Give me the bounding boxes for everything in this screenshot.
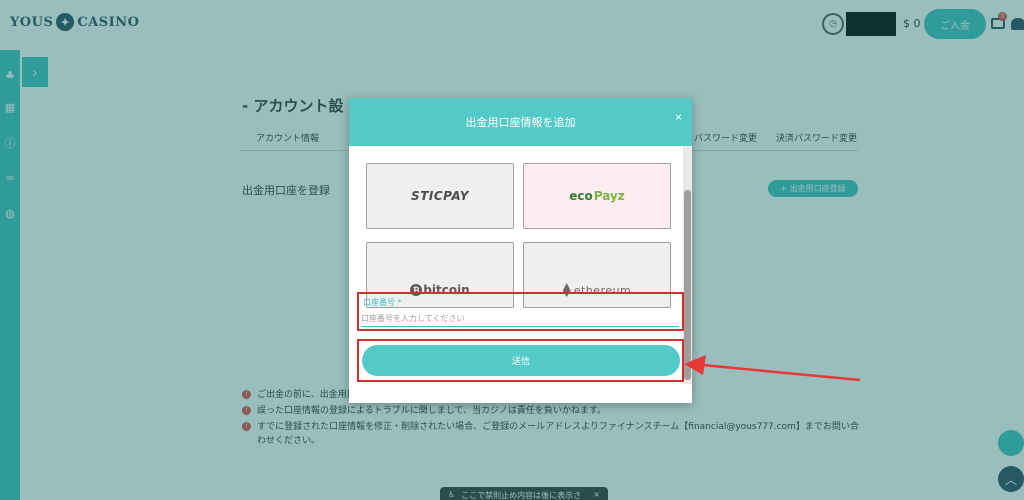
ecopayz-logo-eco: eco — [569, 189, 593, 203]
close-icon[interactable]: × — [675, 110, 682, 124]
submit-button[interactable]: 送信 — [362, 345, 680, 376]
account-number-input[interactable] — [361, 311, 679, 327]
account-number-label: 口座番号 * — [363, 298, 402, 307]
arrow-head — [684, 355, 706, 375]
modal-header: 出金用口座情報を追加 × — [349, 98, 692, 146]
sticpay-logo: STICPAY — [411, 189, 469, 203]
ecopayz-logo: eco Payz — [569, 189, 625, 203]
red-arrow-annotation — [684, 355, 861, 382]
modal-title: 出金用口座情報を追加 — [465, 116, 576, 129]
ecopayz-logo-payz: Payz — [593, 189, 625, 203]
payment-option-sticpay[interactable]: STICPAY — [366, 163, 514, 229]
payment-option-ecopayz[interactable]: eco Payz — [523, 163, 671, 229]
arrow-shaft — [701, 363, 861, 382]
